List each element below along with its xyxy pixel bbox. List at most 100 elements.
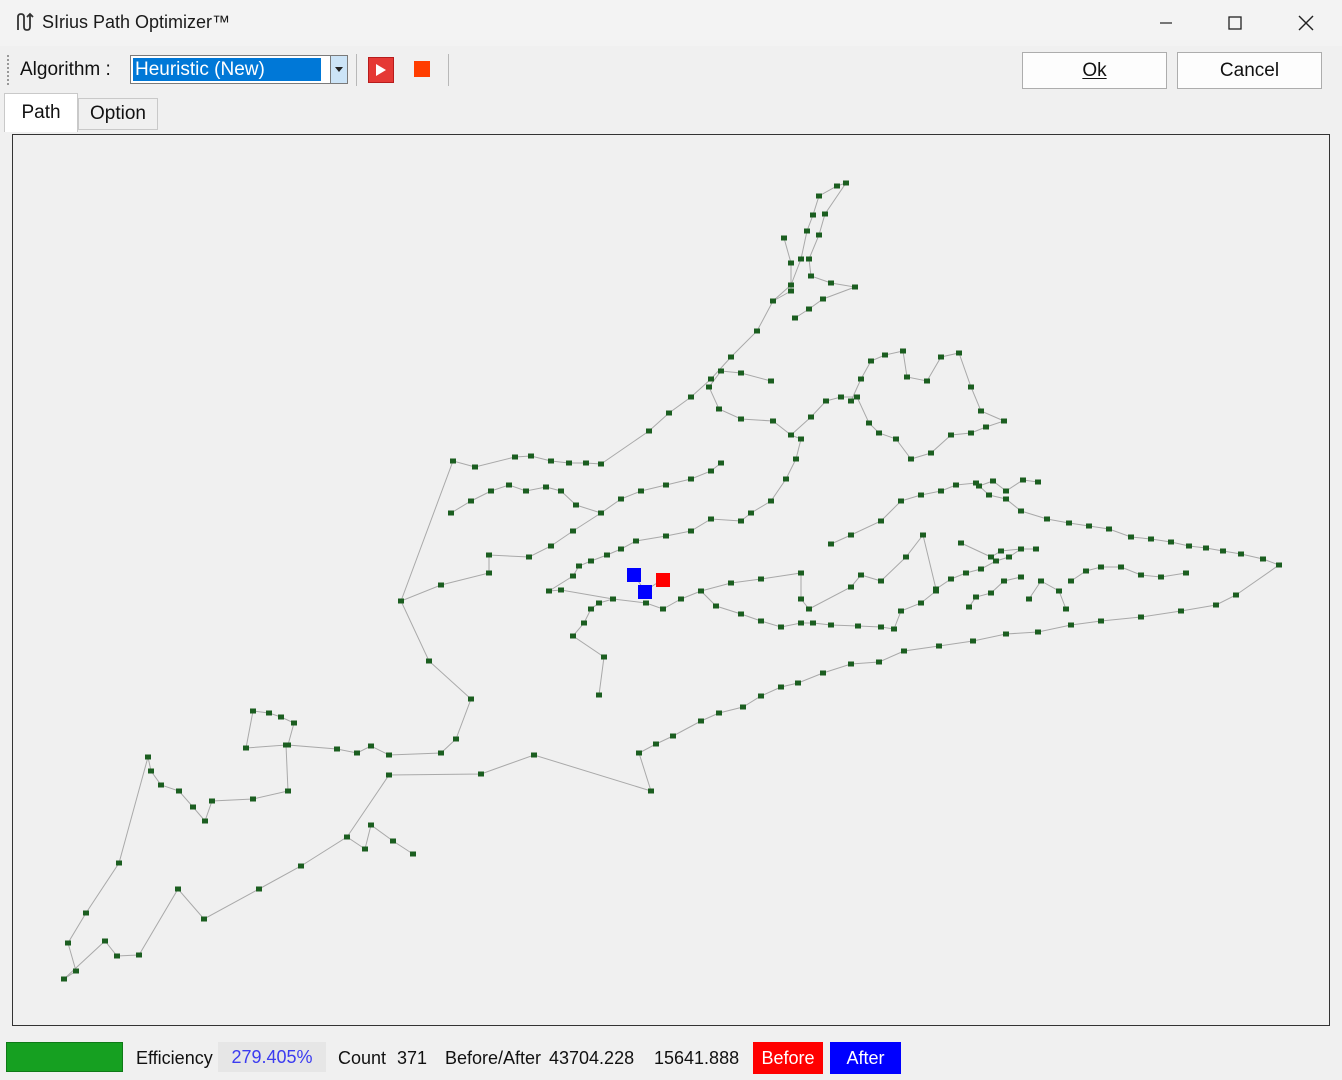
path-node <box>983 424 989 430</box>
close-button[interactable] <box>1272 0 1340 46</box>
path-node <box>410 851 416 857</box>
path-node <box>868 358 874 364</box>
path-canvas[interactable] <box>12 134 1330 1026</box>
path-node <box>1018 508 1024 514</box>
ok-button[interactable]: Ok <box>1022 52 1167 89</box>
window-title: SIrius Path Optimizer™ <box>42 12 231 32</box>
path-node <box>848 532 854 538</box>
path-node <box>810 620 816 626</box>
path-node <box>531 752 537 758</box>
path-node <box>798 256 804 262</box>
path-node <box>878 518 884 524</box>
path-node <box>570 633 576 639</box>
path-node <box>250 796 256 802</box>
path-node <box>354 750 360 756</box>
path-node <box>601 654 607 660</box>
path-node <box>1168 539 1174 545</box>
before-value: 43704.228 <box>549 1048 635 1068</box>
path-node <box>1138 572 1144 578</box>
path-node <box>855 623 861 629</box>
path-node <box>368 743 374 749</box>
path-node <box>924 378 930 384</box>
path-node <box>968 384 974 390</box>
run-button[interactable] <box>368 57 394 83</box>
path-node <box>698 588 704 594</box>
path-node <box>576 563 582 569</box>
toolbar-grip[interactable] <box>7 55 12 85</box>
path-node <box>808 273 814 279</box>
path-node <box>986 492 992 498</box>
path-node <box>285 742 291 748</box>
path-segment <box>63 462 722 980</box>
path-node <box>768 498 774 504</box>
path-node <box>598 510 604 516</box>
path-node <box>1233 592 1239 598</box>
play-icon <box>376 64 386 76</box>
path-optimizer-icon <box>17 12 34 31</box>
path-node <box>663 482 669 488</box>
path-node <box>566 460 572 466</box>
tab-option[interactable]: Option <box>78 98 158 130</box>
path-node <box>1020 477 1026 483</box>
path-node <box>858 376 864 382</box>
maximize-icon <box>1228 16 1242 30</box>
path-node <box>898 608 904 614</box>
path-node <box>848 584 854 590</box>
cancel-button[interactable]: Cancel <box>1177 52 1322 89</box>
path-node <box>438 750 444 756</box>
path-node <box>648 788 654 794</box>
algorithm-select[interactable]: Heuristic (New) <box>130 55 348 84</box>
path-node <box>968 430 974 436</box>
path-node <box>581 620 587 626</box>
path-node <box>770 298 776 304</box>
path-node <box>882 352 888 358</box>
path-node <box>570 528 576 534</box>
path-node <box>512 454 518 460</box>
path-node <box>748 510 754 516</box>
path-plot <box>61 180 1282 982</box>
dropdown-arrow-button[interactable] <box>330 56 347 83</box>
path-node <box>738 416 744 422</box>
path-node <box>61 976 67 982</box>
path-node <box>243 745 249 751</box>
path-node <box>488 488 494 494</box>
path-node <box>278 714 284 720</box>
path-node <box>1128 534 1134 540</box>
minimize-button[interactable] <box>1132 0 1200 46</box>
tab-path[interactable]: Path <box>4 93 78 132</box>
path-node <box>1203 545 1209 551</box>
before-button[interactable]: Before <box>753 1042 823 1074</box>
path-node <box>770 418 776 424</box>
path-node <box>738 611 744 617</box>
minimize-icon <box>1160 22 1172 24</box>
stop-button[interactable] <box>414 61 430 77</box>
path-node <box>988 554 994 560</box>
maximize-button[interactable] <box>1201 0 1269 46</box>
path-node <box>1148 536 1154 542</box>
progress-bar <box>6 1042 123 1072</box>
path-node <box>334 746 340 752</box>
path-node <box>788 432 794 438</box>
path-node <box>893 436 899 442</box>
path-node <box>1018 574 1024 580</box>
path-node <box>908 456 914 462</box>
path-node <box>876 430 882 436</box>
path-segment <box>572 590 895 696</box>
path-node <box>718 368 724 374</box>
path-node <box>1035 479 1041 485</box>
path-node <box>938 488 944 494</box>
path-node <box>1018 546 1024 552</box>
path-node <box>468 696 474 702</box>
path-node <box>713 603 719 609</box>
path-node <box>708 376 714 382</box>
path-node <box>933 588 939 594</box>
path-node <box>820 670 826 676</box>
after-button[interactable]: After <box>830 1042 901 1074</box>
path-node <box>468 498 474 504</box>
path-node <box>596 600 602 606</box>
path-node <box>1276 562 1282 568</box>
path-node <box>148 768 154 774</box>
path-node <box>660 606 666 612</box>
path-node <box>828 622 834 628</box>
path-node <box>788 260 794 266</box>
